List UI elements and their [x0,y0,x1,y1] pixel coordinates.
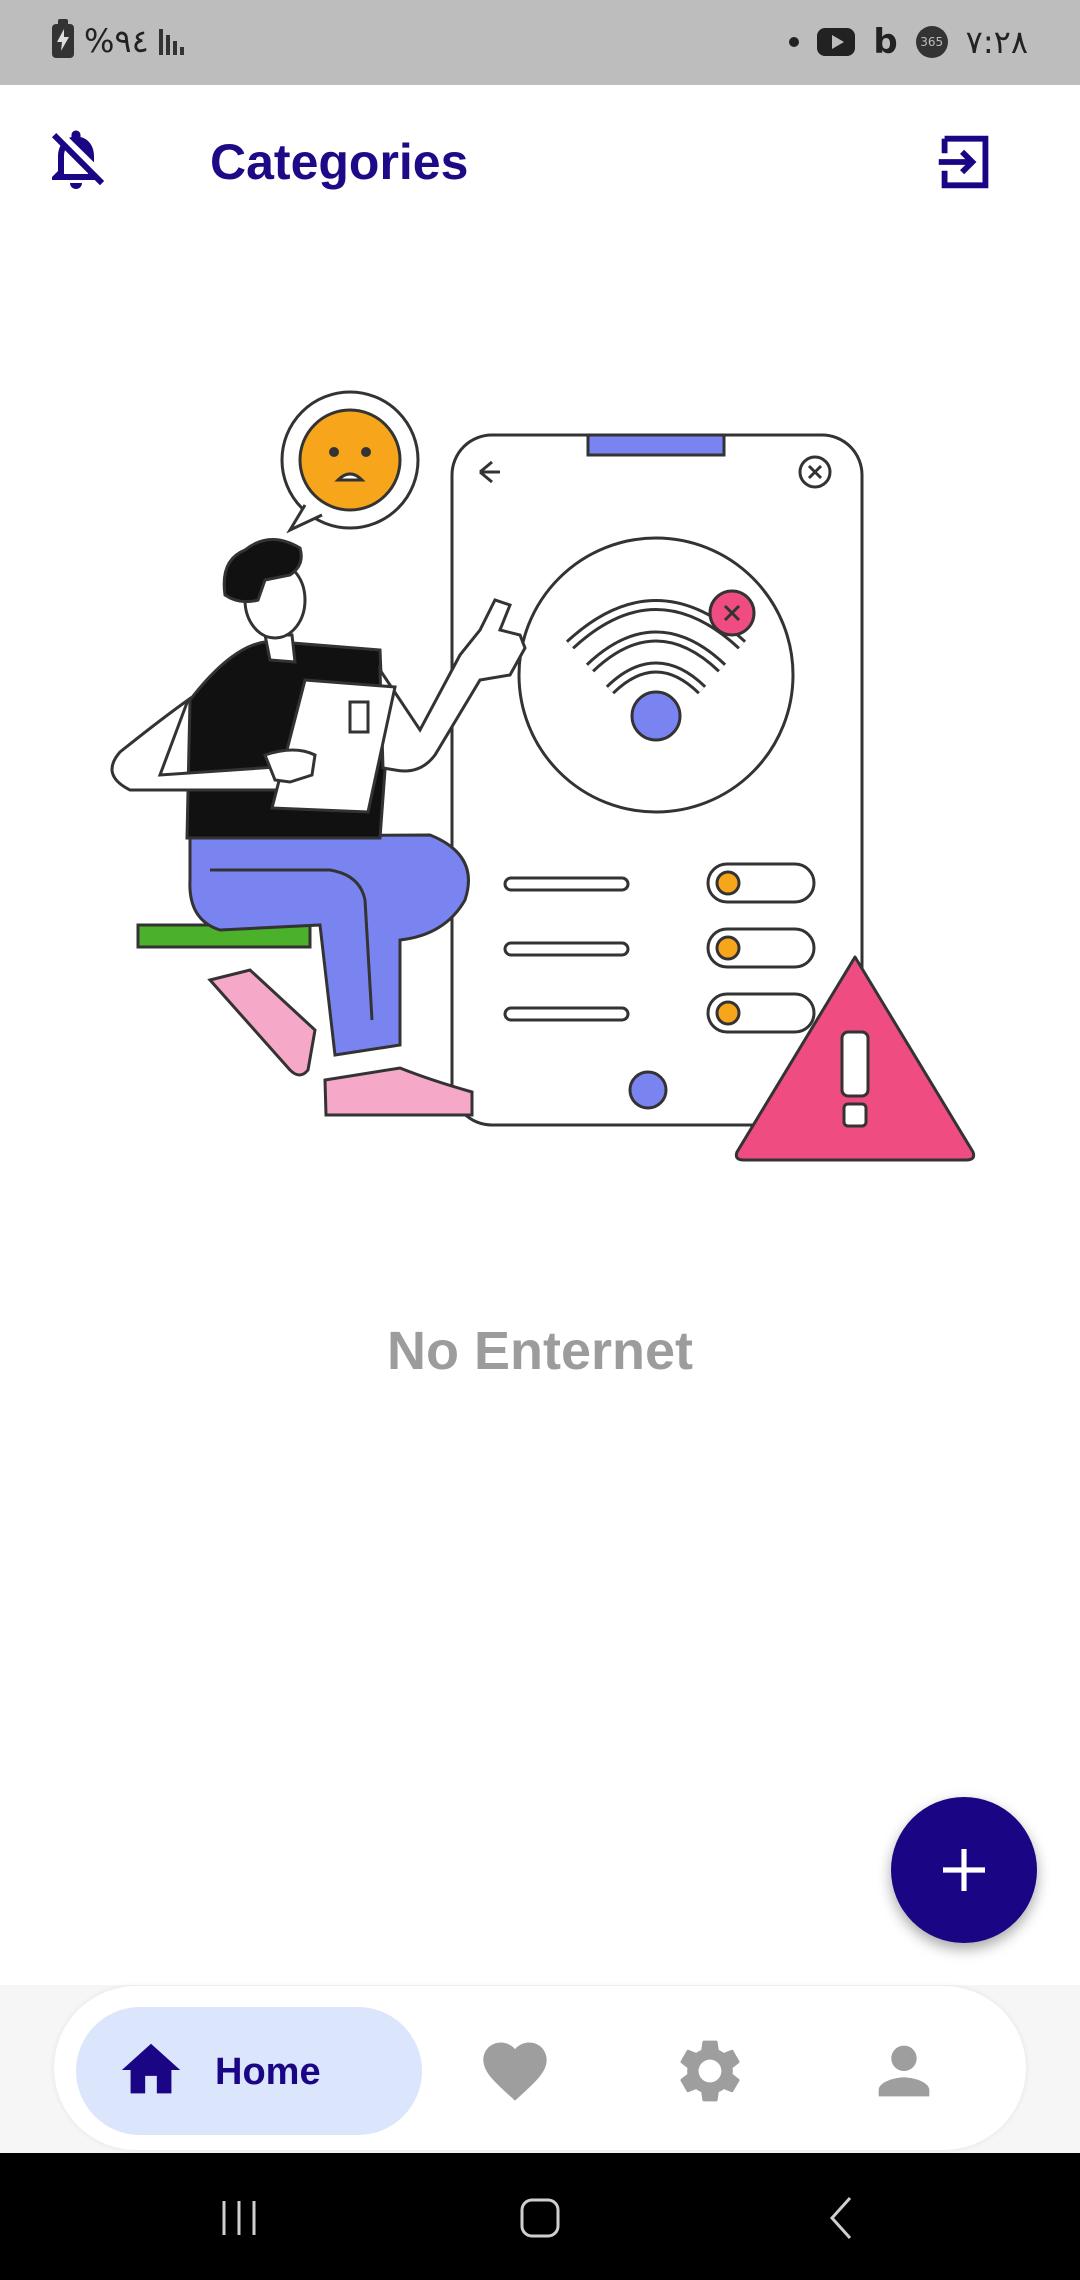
heart-icon[interactable] [477,2033,553,2109]
nav-item-home[interactable]: Home [76,2007,422,2135]
no-internet-illustration [110,390,976,1162]
dot-icon [789,37,800,47]
recents-button[interactable] [214,2193,264,2243]
logout-icon[interactable] [930,127,1000,197]
add-category-button[interactable] [891,1797,1037,1943]
bing-icon: b [873,22,898,62]
youtube-icon [817,28,856,56]
plus-icon [943,1849,985,1891]
status-right: b 365 ٧:٢٨ [789,22,1028,62]
signal-icon [158,27,184,55]
system-nav-bar [0,2153,1080,2280]
home-icon [121,2043,181,2094]
gear-icon[interactable] [672,2033,748,2109]
back-button[interactable] [818,2193,868,2243]
page-title: Categories [210,134,469,190]
status-bar: %٩٤ b 365 ٧:٢٨ [0,0,1080,85]
nav-item-home-label: Home [215,2051,321,2093]
person-icon[interactable] [866,2033,942,2109]
status-time: ٧:٢٨ [965,23,1028,61]
app-bar: Categories [0,85,1080,245]
battery-percent: %٩٤ [84,22,149,60]
notifications-off-icon[interactable] [40,123,112,195]
battery-charging-icon [52,19,74,58]
365-icon: 365 [915,26,948,58]
empty-state-message: No Enternet [386,1321,694,1381]
home-button[interactable] [515,2193,565,2243]
status-left: %٩٤ [52,19,184,60]
